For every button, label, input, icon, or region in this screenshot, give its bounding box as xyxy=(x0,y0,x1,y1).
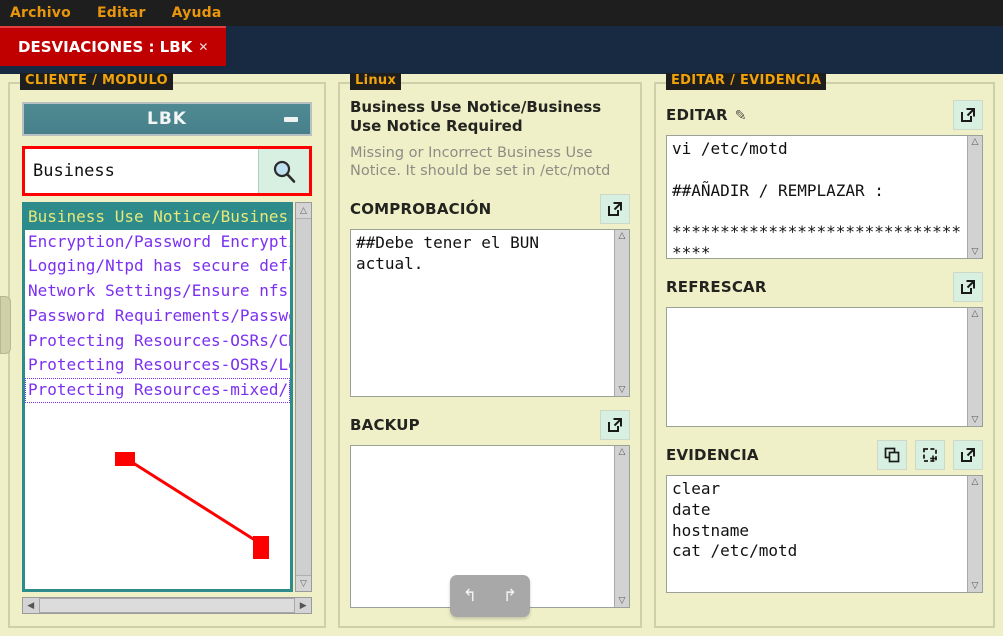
scroll-up-arrow-icon[interactable]: △ xyxy=(619,446,626,458)
module-lbk-button[interactable]: LBK xyxy=(22,102,312,136)
deviation-description: Missing or Incorrect Business Use Notice… xyxy=(350,144,611,180)
refrescar-expand-button[interactable] xyxy=(953,272,983,302)
backup-scrollbar[interactable]: △ ▽ xyxy=(614,446,629,608)
cliente-modulo-legend: CLIENTE / MODULO xyxy=(20,73,173,91)
menu-item-ayuda[interactable]: Ayuda xyxy=(172,5,222,21)
list-item[interactable]: Protecting Resources-OSRs/CRO xyxy=(25,329,290,354)
external-link-icon xyxy=(961,280,975,294)
external-link-icon xyxy=(961,108,975,122)
cliente-modulo-group: CLIENTE / MODULO LBK Business Use Notice… xyxy=(8,73,326,628)
refrescar-textarea[interactable] xyxy=(667,308,967,426)
editar-expand-button[interactable] xyxy=(953,100,983,130)
scroll-right-arrow-icon[interactable]: ▶ xyxy=(295,598,311,613)
search-button[interactable] xyxy=(258,149,309,193)
editar-field: △ ▽ xyxy=(666,135,983,259)
pencil-icon: ✎ xyxy=(734,108,747,124)
external-link-icon xyxy=(608,418,622,433)
external-link-icon xyxy=(961,448,975,462)
refrescar-field: △ ▽ xyxy=(666,307,983,427)
scroll-up-arrow-icon[interactable]: △ xyxy=(972,308,979,320)
scroll-down-arrow-icon[interactable]: ▽ xyxy=(619,595,626,607)
middle-column: Linux Business Use Notice/Business Use N… xyxy=(330,73,646,636)
editar-scrollbar[interactable]: △ ▽ xyxy=(967,136,982,258)
linux-group: Linux Business Use Notice/Business Use N… xyxy=(338,73,642,628)
scroll-up-arrow-icon[interactable]: △ xyxy=(296,203,311,219)
evidencia-label: EVIDENCIA xyxy=(666,446,759,464)
comprobacion-textarea[interactable] xyxy=(351,230,614,397)
undo-button[interactable]: ↰ xyxy=(463,587,477,605)
undo-redo-overlay: ↰ ↱ xyxy=(450,575,530,618)
editar-evidencia-legend: EDITAR / EVIDENCIA xyxy=(666,73,827,91)
scroll-up-arrow-icon[interactable]: △ xyxy=(619,230,626,242)
copy-icon xyxy=(884,447,900,463)
scroll-down-arrow-icon[interactable]: ▽ xyxy=(972,246,979,258)
evidencia-copy-button[interactable] xyxy=(877,440,907,470)
editar-label: EDITAR ✎ xyxy=(666,106,747,124)
deviation-title: Business Use Notice/Business Use Notice … xyxy=(350,98,602,135)
evidencia-header: EVIDENCIA xyxy=(666,440,983,470)
list-item[interactable]: Protecting Resources-OSRs/Log xyxy=(25,353,290,378)
left-column: CLIENTE / MODULO LBK Business Use Notice… xyxy=(0,73,330,636)
comprobacion-scrollbar[interactable]: △ ▽ xyxy=(614,230,629,397)
editar-textarea[interactable] xyxy=(667,136,967,258)
right-column: EDITAR / EVIDENCIA EDITAR✎ △ ▽ xyxy=(646,73,1003,636)
scroll-track[interactable] xyxy=(296,219,311,575)
backup-field: △ ▽ ↰ ↱ xyxy=(350,445,630,618)
backup-expand-button[interactable] xyxy=(600,410,630,441)
scroll-down-arrow-icon[interactable]: ▽ xyxy=(619,384,626,396)
editar-header: EDITAR ✎ xyxy=(666,100,983,130)
search-icon xyxy=(273,160,296,183)
menu-item-archivo[interactable]: Archivo xyxy=(10,5,71,21)
editar-evidencia-group: EDITAR / EVIDENCIA EDITAR✎ △ ▽ xyxy=(654,73,995,628)
search-bar xyxy=(22,146,312,196)
scroll-down-arrow-icon[interactable]: ▽ xyxy=(972,414,979,426)
redo-button[interactable]: ↱ xyxy=(503,587,517,605)
scroll-down-arrow-icon[interactable]: ▽ xyxy=(972,580,979,592)
external-link-icon xyxy=(608,202,622,217)
comprobacion-header: COMPROBACIÓN xyxy=(350,194,630,225)
list-item[interactable]: Business Use Notice/Business xyxy=(25,205,290,230)
linux-legend: Linux xyxy=(350,73,402,91)
tab-desviaciones-label: DESVIACIONES : LBK xyxy=(18,38,193,56)
list-item[interactable]: Encryption/Password Encryptio xyxy=(25,230,290,255)
search-input[interactable] xyxy=(25,149,258,193)
panel-collapse-handle[interactable] xyxy=(0,296,11,354)
list-item[interactable]: Logging/Ntpd has secure defau xyxy=(25,254,290,279)
comprobacion-field: △ ▽ xyxy=(350,229,630,398)
deviation-list-container: Business Use Notice/Business Encryption/… xyxy=(22,202,312,592)
scroll-down-arrow-icon[interactable]: ▽ xyxy=(296,575,311,591)
evidencia-toolbar xyxy=(877,440,983,470)
scroll-left-arrow-icon[interactable]: ◀ xyxy=(23,598,39,613)
module-lbk-title: LBK xyxy=(147,109,187,129)
deviation-list-horizontal-scrollbar[interactable]: ◀ ▶ xyxy=(22,597,312,614)
scroll-thumb[interactable] xyxy=(38,598,296,613)
evidencia-scrollbar[interactable]: △ ▽ xyxy=(967,476,982,592)
list-item[interactable]: Password Requirements/Passwor xyxy=(25,304,290,329)
tab-bar: WorkSpace ✖ DESVIACIONES : LBK ✕ xyxy=(0,26,1003,636)
refrescar-header: REFRESCAR xyxy=(666,272,983,302)
deviation-list-vertical-scrollbar[interactable]: △ ▽ xyxy=(295,202,312,592)
scroll-up-arrow-icon[interactable]: △ xyxy=(972,476,979,488)
scroll-up-arrow-icon[interactable]: △ xyxy=(972,136,979,148)
comprobacion-expand-button[interactable] xyxy=(600,194,630,225)
evidencia-field: △ ▽ xyxy=(666,475,983,593)
evidencia-textarea[interactable] xyxy=(667,476,967,592)
backup-header: BACKUP xyxy=(350,410,630,441)
refrescar-label: REFRESCAR xyxy=(666,278,767,296)
deviation-list[interactable]: Business Use Notice/Business Encryption/… xyxy=(22,202,293,592)
minimize-icon[interactable] xyxy=(284,116,298,122)
tab-desviaciones-lbk[interactable]: DESVIACIONES : LBK ✕ xyxy=(0,26,227,66)
list-item[interactable]: Protecting Resources-mixed/En xyxy=(25,378,290,403)
tab-desviaciones-close-icon[interactable]: ✕ xyxy=(198,40,208,54)
crop-icon xyxy=(923,448,937,462)
refrescar-scrollbar[interactable]: △ ▽ xyxy=(967,308,982,426)
comprobacion-label: COMPROBACIÓN xyxy=(350,200,492,219)
evidencia-expand-button[interactable] xyxy=(953,440,983,470)
menu-item-editar[interactable]: Editar xyxy=(97,5,146,21)
evidencia-crop-button[interactable] xyxy=(915,440,945,470)
list-item[interactable]: Network Settings/Ensure nfs-u xyxy=(25,279,290,304)
menu-bar: Archivo Editar Ayuda xyxy=(0,0,1003,26)
backup-label: BACKUP xyxy=(350,416,420,435)
workspace: CLIENTE / MODULO LBK Business Use Notice… xyxy=(0,73,1003,636)
